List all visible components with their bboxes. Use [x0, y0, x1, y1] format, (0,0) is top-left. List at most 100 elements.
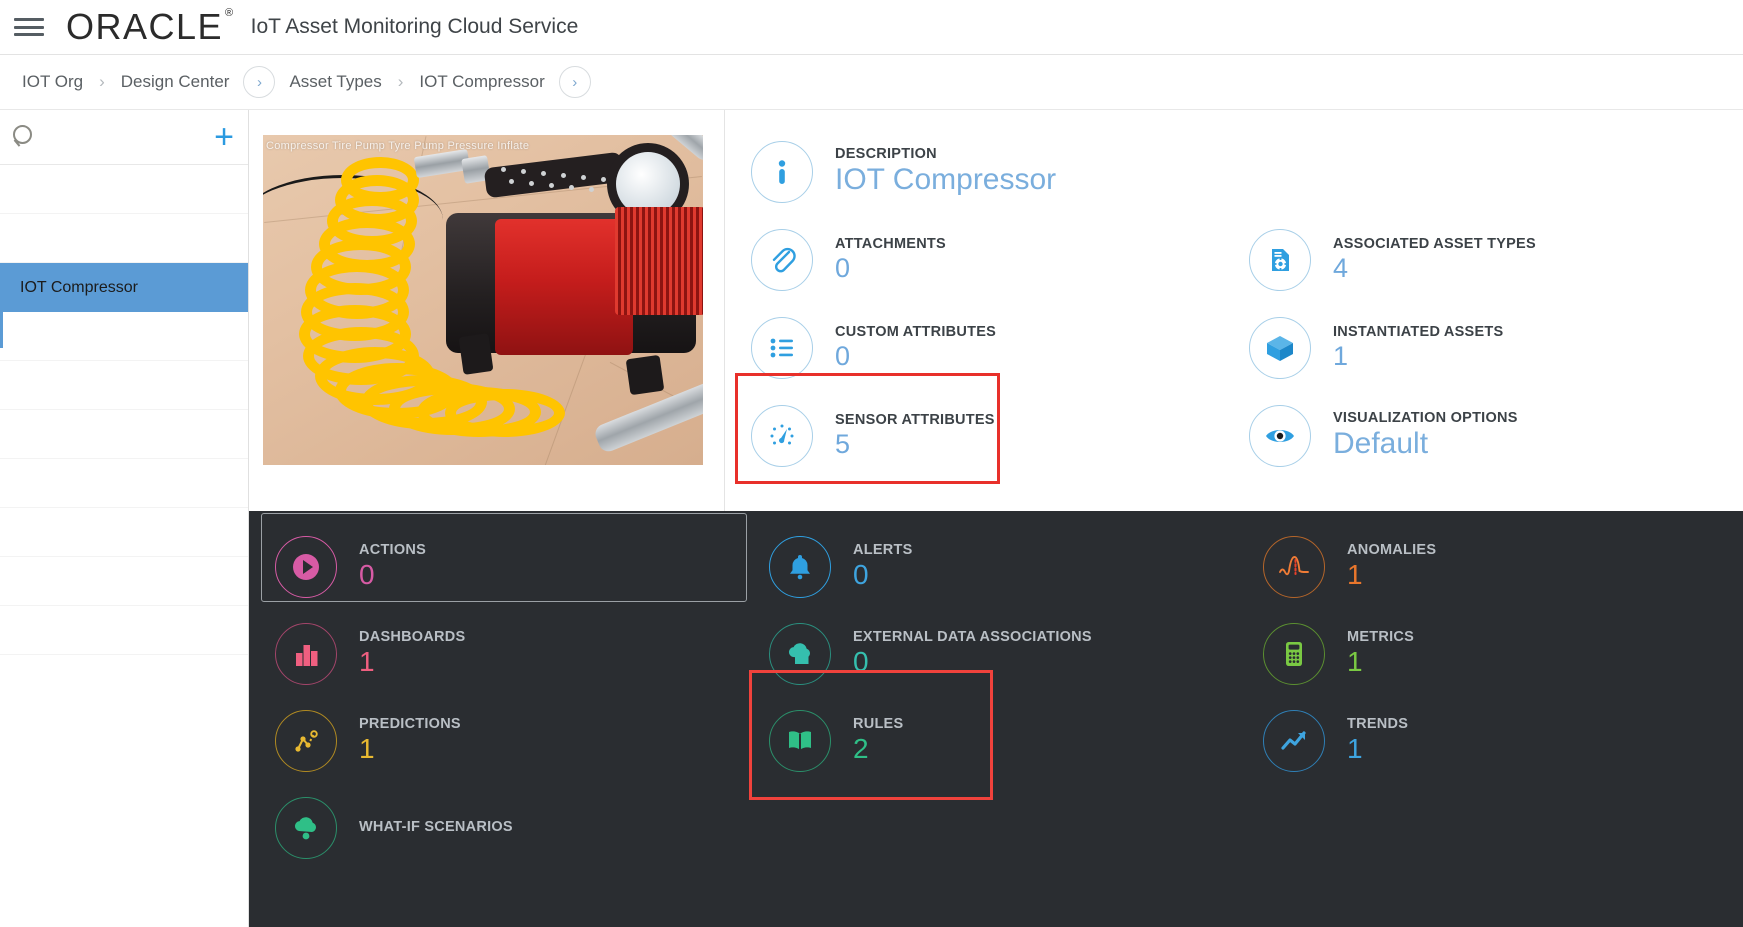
tile-value: 1: [359, 732, 375, 764]
info-card-description[interactable]: DESCRIPTION IOT Compressor: [747, 128, 1245, 216]
main-area: + IOT Compressor Compressor Tire Pump Ty…: [0, 110, 1743, 927]
prediction-icon: [275, 709, 337, 772]
info-card-value: 0: [835, 340, 851, 371]
cloud-folder-icon: [769, 622, 831, 685]
breadcrumb-item-asset-types[interactable]: Asset Types: [289, 72, 381, 92]
info-card-label: INSTANTIATED ASSETS: [1333, 323, 1504, 340]
tile-actions[interactable]: ACTIONS 0: [261, 513, 755, 610]
tile-label: ACTIONS: [359, 541, 426, 558]
info-card-sensor-attributes[interactable]: SENSOR ATTRIBUTES 5: [735, 373, 1245, 484]
info-card-label: VISUALIZATION OPTIONS: [1333, 410, 1518, 427]
info-card-value: 0: [835, 252, 851, 283]
hamburger-icon[interactable]: [14, 16, 44, 38]
info-card-value: 1: [1333, 340, 1349, 371]
info-icon: [751, 141, 813, 203]
bar-chart-icon: [275, 622, 337, 685]
breadcrumb-item-iot-compressor[interactable]: IOT Compressor: [419, 72, 544, 92]
list-icon: [751, 317, 813, 379]
trend-up-icon: [1263, 709, 1325, 772]
image-watermark: Compressor Tire Pump Tyre Pump Pressure …: [266, 140, 530, 152]
app-title: IoT Asset Monitoring Cloud Service: [250, 15, 579, 38]
sidebar-row-empty: [0, 606, 248, 655]
tile-label: ANOMALIES: [1347, 541, 1437, 558]
tile-dashboards[interactable]: DASHBOARDS 1: [261, 610, 755, 697]
tile-trends[interactable]: TRENDS 1: [1249, 697, 1743, 784]
eye-icon: [1249, 405, 1311, 467]
breadcrumb-item-iot-org[interactable]: IOT Org: [22, 72, 83, 92]
cube-icon: [1249, 317, 1311, 379]
book-icon: [769, 709, 831, 772]
tile-alerts[interactable]: ALERTS 0: [755, 523, 1249, 610]
breadcrumb: IOT Org › Design Center › Asset Types › …: [0, 55, 1743, 110]
oracle-wordmark: ORACLE: [66, 6, 224, 47]
circle-chevron-right-icon[interactable]: ›: [558, 66, 591, 98]
info-card-associated-asset-types[interactable]: ASSOCIATED ASSET TYPES 4: [1245, 216, 1743, 304]
tile-value: 1: [1347, 732, 1363, 764]
info-card-visualization-options[interactable]: VISUALIZATION OPTIONS Default: [1245, 392, 1743, 480]
tile-metrics[interactable]: METRICS 1: [1249, 610, 1743, 697]
plus-icon[interactable]: +: [214, 120, 234, 154]
document-gear-icon: [1249, 229, 1311, 291]
sidebar-item-label: IOT Compressor: [20, 278, 138, 296]
sidebar-list: IOT Compressor: [0, 165, 248, 655]
sidebar: + IOT Compressor: [0, 110, 249, 927]
chevron-right-icon: ›: [99, 72, 105, 91]
tile-value: 0: [853, 558, 869, 590]
info-card-label: DESCRIPTION: [835, 146, 937, 163]
oracle-logo: ORACLE ®: [66, 6, 235, 47]
asset-image-wrap: Compressor Tire Pump Tyre Pump Pressure …: [249, 110, 725, 511]
play-circle-icon: [275, 535, 337, 598]
chevron-right-icon: ›: [397, 72, 404, 91]
info-card-label: SENSOR ATTRIBUTES: [835, 411, 995, 428]
top-bar: ORACLE ® IoT Asset Monitoring Cloud Servi…: [0, 0, 1743, 55]
anomaly-icon: [1263, 535, 1325, 598]
info-card-grid: DESCRIPTION IOT Compressor ATTACHMENTS 0: [725, 110, 1743, 511]
tile-anomalies[interactable]: ANOMALIES 1: [1249, 523, 1743, 610]
info-card-label: CUSTOM ATTRIBUTES: [835, 323, 997, 340]
tile-label: PREDICTIONS: [359, 715, 461, 732]
tile-value: 0: [359, 558, 375, 590]
gauge-icon: [751, 405, 813, 467]
sidebar-row-empty: [0, 312, 248, 361]
search-icon[interactable]: [12, 124, 38, 150]
info-card-instantiated-assets[interactable]: INSTANTIATED ASSETS 1: [1245, 304, 1743, 392]
tile-rules[interactable]: RULES 2: [749, 670, 1249, 800]
asset-summary-section: Compressor Tire Pump Tyre Pump Pressure …: [249, 110, 1743, 511]
circle-chevron-right-icon[interactable]: ›: [243, 66, 276, 98]
tile-label: DASHBOARDS: [359, 628, 466, 645]
paperclip-icon: [751, 229, 813, 291]
tile-predictions[interactable]: PREDICTIONS 1: [261, 697, 755, 784]
tile-external-data-associations[interactable]: EXTERNAL DATA ASSOCIATIONS 0: [755, 610, 1249, 697]
tile-label: TRENDS: [1347, 715, 1409, 732]
tile-label: METRICS: [1347, 628, 1414, 645]
info-card-attachments[interactable]: ATTACHMENTS 0: [747, 216, 1245, 304]
sidebar-row-empty: [0, 361, 248, 410]
whatif-icon: [275, 796, 337, 859]
bell-icon: [769, 535, 831, 598]
sidebar-search-row: +: [0, 110, 248, 165]
sidebar-row-empty: [0, 165, 248, 214]
info-card-label: ATTACHMENTS: [835, 235, 946, 252]
tile-what-if-scenarios[interactable]: WHAT-IF SCENARIOS: [261, 784, 755, 871]
breadcrumb-item-design-center[interactable]: Design Center: [121, 72, 230, 92]
info-card-value: Default: [1333, 427, 1429, 461]
tile-label: RULES: [853, 715, 904, 732]
sidebar-row-empty: [0, 459, 248, 508]
info-card-value: 4: [1333, 252, 1349, 283]
tile-label: EXTERNAL DATA ASSOCIATIONS: [853, 628, 1092, 645]
tile-value: 0: [853, 645, 869, 677]
asset-image: Compressor Tire Pump Tyre Pump Pressure …: [263, 135, 703, 465]
sidebar-row-empty: [0, 508, 248, 557]
info-card-custom-attributes[interactable]: CUSTOM ATTRIBUTES 0: [747, 304, 1245, 392]
sidebar-item-iot-compressor[interactable]: IOT Compressor: [0, 263, 248, 312]
info-card-value: 5: [835, 428, 851, 459]
content-area: Compressor Tire Pump Tyre Pump Pressure …: [249, 110, 1743, 927]
sidebar-row-empty: [0, 557, 248, 606]
tile-label: WHAT-IF SCENARIOS: [359, 819, 513, 835]
registered-mark: ®: [225, 7, 235, 19]
calculator-icon: [1263, 622, 1325, 685]
tile-label: ALERTS: [853, 541, 913, 558]
selection-marker: [0, 312, 3, 348]
capability-tiles-panel: ACTIONS 0 ALERTS 0 ANOMALIES 1 DASHBOARD…: [249, 511, 1743, 927]
info-card-label: ASSOCIATED ASSET TYPES: [1333, 235, 1536, 252]
